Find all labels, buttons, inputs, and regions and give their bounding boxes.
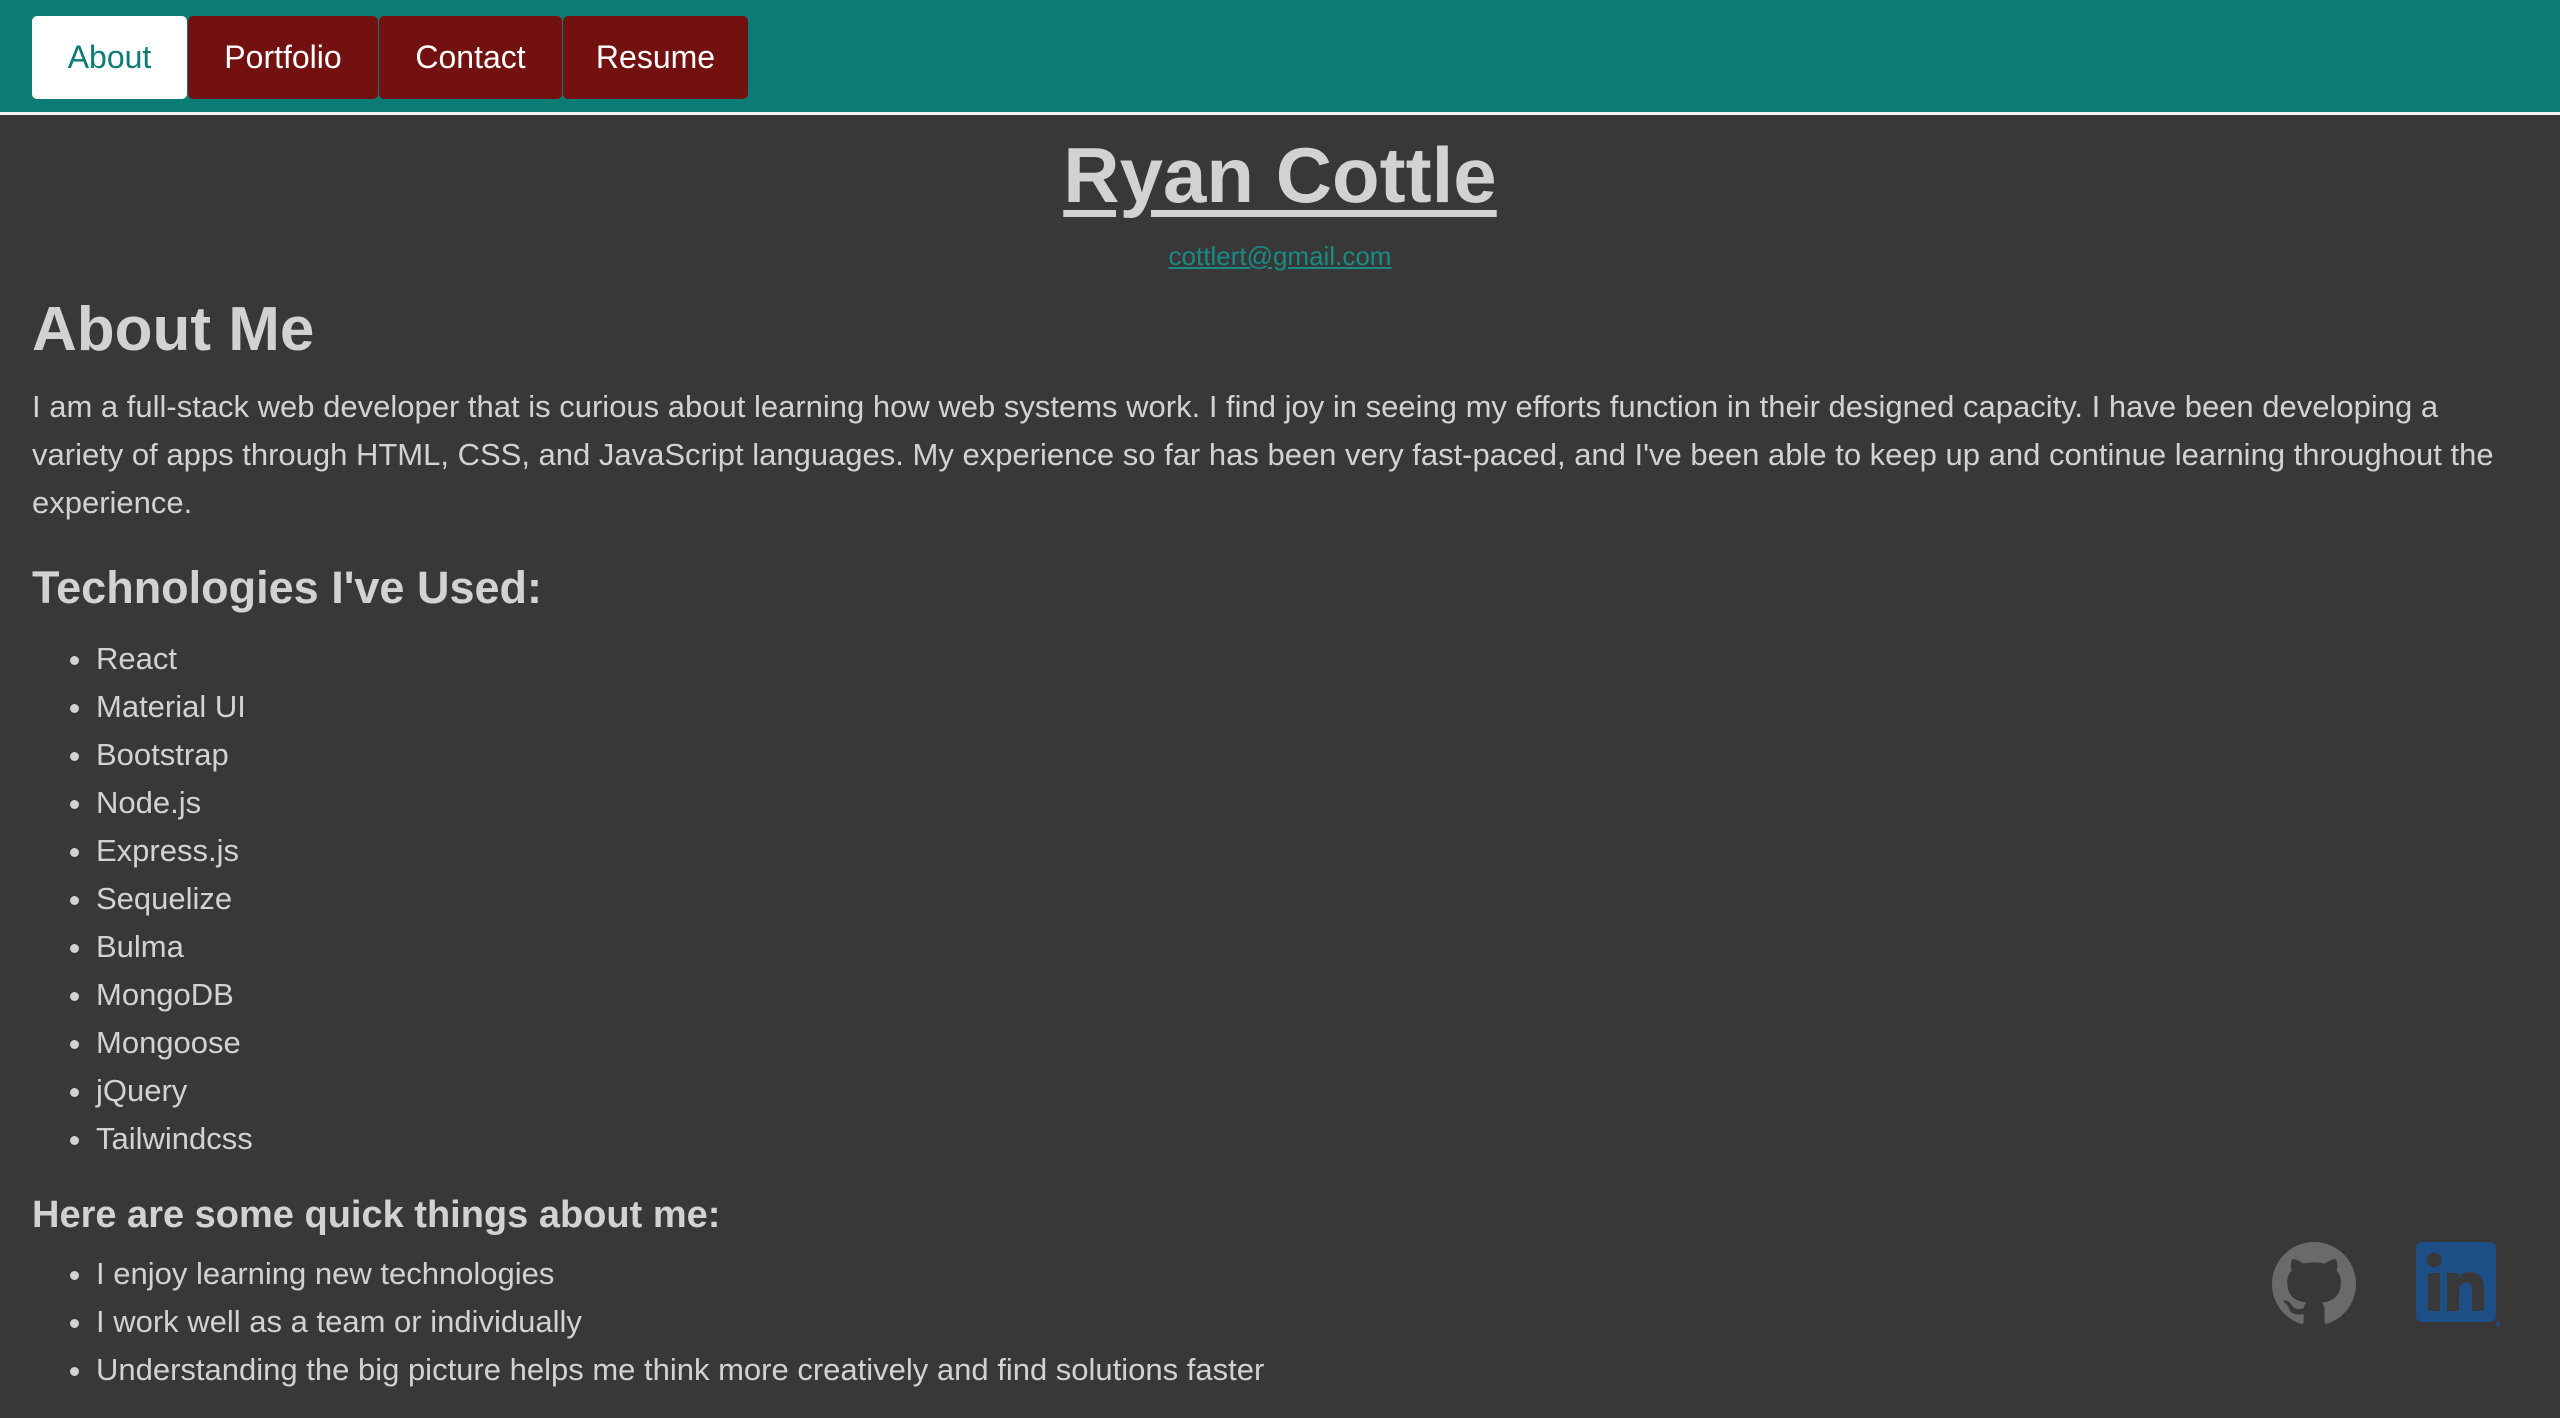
list-item: Understanding the big picture helps me t… xyxy=(64,1346,2528,1394)
linkedin-icon xyxy=(2416,1242,2500,1326)
list-item: jQuery xyxy=(64,1067,2528,1115)
list-item: Mongoose xyxy=(64,1019,2528,1067)
list-item: Bulma xyxy=(64,923,2528,971)
main-content: About Me I am a full-stack web developer… xyxy=(0,294,2560,1395)
linkedin-link[interactable] xyxy=(2416,1242,2500,1326)
list-item: Node.js xyxy=(64,779,2528,827)
quick-facts-heading: Here are some quick things about me: xyxy=(32,1193,721,1236)
list-item: I enjoy learning new technologies xyxy=(64,1250,2528,1298)
list-item: React xyxy=(64,635,2528,683)
quick-facts-list: I enjoy learning new technologies I work… xyxy=(64,1250,2528,1394)
list-item: Sequelize xyxy=(64,875,2528,923)
technologies-list: React Material UI Bootstrap Node.js Expr… xyxy=(64,635,2528,1163)
email-link[interactable]: cottlert@gmail.com xyxy=(0,241,2560,272)
list-item: Express.js xyxy=(64,827,2528,875)
about-paragraph: I am a full-stack web developer that is … xyxy=(32,389,2494,521)
list-item: Material UI xyxy=(64,683,2528,731)
technologies-heading: Technologies I've Used: xyxy=(32,562,542,614)
github-link[interactable] xyxy=(2272,1242,2356,1326)
site-name-link[interactable]: Ryan Cottle xyxy=(1063,132,1496,219)
tab-resume[interactable]: Resume xyxy=(563,16,748,99)
social-links xyxy=(2272,1242,2500,1326)
github-icon xyxy=(2272,1242,2356,1324)
list-item: Tailwindcss xyxy=(64,1115,2528,1163)
about-heading: About Me xyxy=(32,294,315,364)
tab-about[interactable]: About xyxy=(32,16,187,99)
tab-portfolio[interactable]: Portfolio xyxy=(188,16,378,99)
list-item: I work well as a team or individually xyxy=(64,1298,2528,1346)
tab-contact[interactable]: Contact xyxy=(379,16,562,99)
top-navbar: About Portfolio Contact Resume xyxy=(0,0,2560,115)
page-header: Ryan Cottle cottlert@gmail.com xyxy=(0,115,2560,272)
list-item: Bootstrap xyxy=(64,731,2528,779)
list-item: MongoDB xyxy=(64,971,2528,1019)
